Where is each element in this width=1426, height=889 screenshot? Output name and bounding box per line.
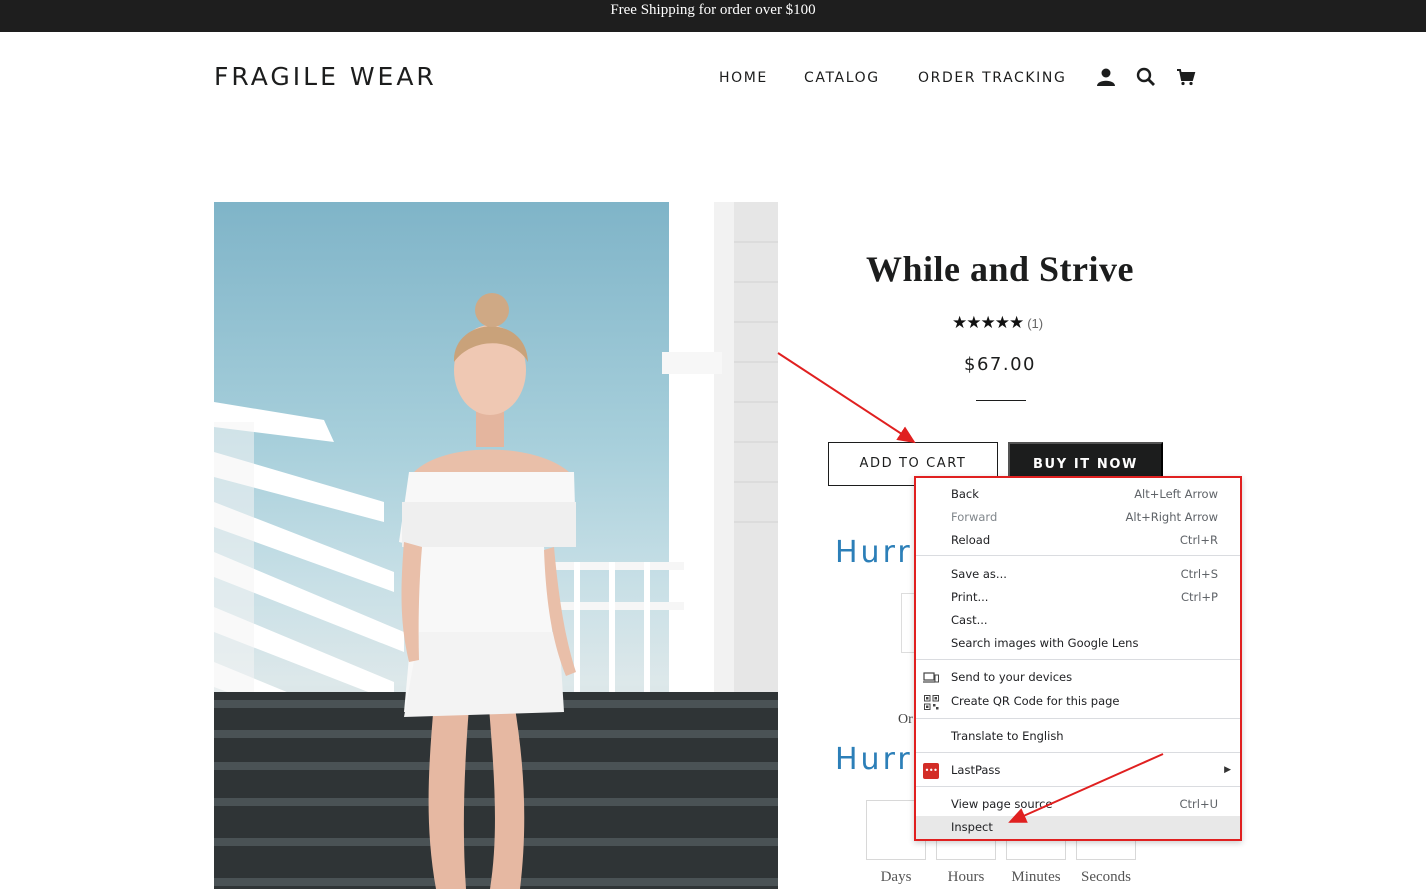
menu-label: Back (951, 487, 979, 501)
countdown-box-partial (901, 593, 915, 653)
menu-item-lastpass[interactable]: ••• LastPass ▶ (916, 759, 1240, 782)
cart-icon[interactable] (1175, 66, 1197, 88)
countdown-label-minutes: Minutes (1011, 869, 1061, 885)
menu-separator (916, 659, 1240, 660)
context-menu: Back Alt+Left Arrow Forward Alt+Right Ar… (914, 476, 1242, 841)
menu-item-translate[interactable]: Translate to English (916, 725, 1240, 748)
account-icon[interactable] (1095, 66, 1117, 88)
menu-label: Create QR Code for this page (951, 694, 1120, 708)
menu-label: Reload (951, 533, 991, 547)
hurry-heading: Hurr (835, 535, 913, 570)
hurry-heading-2: Hurr (835, 742, 913, 777)
menu-item-save-as[interactable]: Save as... Ctrl+S (916, 563, 1240, 586)
menu-label: View page source (951, 797, 1053, 811)
menu-shortcut: Ctrl+U (1179, 797, 1218, 811)
menu-item-google-lens[interactable]: Search images with Google Lens (916, 632, 1240, 655)
product-price: $67.00 (964, 354, 1036, 375)
menu-item-cast[interactable]: Cast... (916, 609, 1240, 632)
menu-separator (916, 718, 1240, 719)
rating-stars: ★★★★★ (952, 313, 1024, 332)
menu-separator (916, 786, 1240, 787)
menu-item-view-source[interactable]: View page source Ctrl+U (916, 793, 1240, 816)
store-logo[interactable]: FRAGILE WEAR (214, 62, 437, 91)
menu-label: LastPass (951, 763, 1001, 777)
countdown-label-seconds: Seconds (1081, 869, 1131, 885)
nav-home[interactable]: HOME (719, 70, 768, 86)
menu-item-back[interactable]: Back Alt+Left Arrow (916, 483, 1240, 506)
menu-label: Translate to English (951, 729, 1064, 743)
product-title: While and Strive (865, 249, 1134, 289)
countdown-label-hours: Hours (947, 869, 985, 885)
search-icon[interactable] (1135, 66, 1157, 88)
rating-count: (1) (1027, 315, 1044, 331)
menu-shortcut: Ctrl+P (1180, 590, 1218, 604)
partial-text: Or (898, 712, 913, 727)
qr-code-icon (923, 694, 939, 710)
product-photo-illustration (214, 202, 778, 889)
menu-item-forward[interactable]: Forward Alt+Right Arrow (916, 506, 1240, 529)
menu-shortcut: Ctrl+S (1180, 567, 1218, 581)
nav-catalog[interactable]: CATALOG (804, 70, 880, 86)
menu-label: Inspect (951, 820, 993, 834)
menu-label: Send to your devices (951, 670, 1073, 684)
menu-shortcut: Alt+Right Arrow (1125, 510, 1218, 524)
menu-label: Cast... (951, 613, 988, 627)
announcement-bar: Free Shipping for order over $100 (0, 0, 1426, 32)
lastpass-badge: ••• (923, 763, 939, 779)
menu-label: Save as... (951, 567, 1007, 581)
menu-item-print[interactable]: Print... Ctrl+P (916, 586, 1240, 609)
nav-order-tracking[interactable]: ORDER TRACKING (918, 70, 1066, 86)
menu-label: Search images with Google Lens (951, 636, 1139, 650)
menu-item-inspect[interactable]: Inspect (916, 816, 1240, 839)
lastpass-icon: ••• (923, 763, 939, 779)
price-divider (976, 400, 1026, 401)
menu-separator (916, 555, 1240, 556)
countdown-label-days: Days (880, 869, 912, 885)
menu-separator (916, 752, 1240, 753)
menu-shortcut: Ctrl+R (1179, 533, 1218, 547)
announcement-text: Free Shipping for order over $100 (610, 2, 816, 18)
menu-item-send-to-devices[interactable]: Send to your devices (916, 666, 1240, 689)
submenu-arrow-icon: ▶ (1224, 765, 1231, 775)
menu-shortcut: Alt+Left Arrow (1134, 487, 1218, 501)
arrow-to-page (777, 352, 916, 444)
product-rating[interactable]: ★★★★★ (1) (952, 313, 1043, 333)
product-image[interactable] (214, 202, 778, 889)
menu-item-reload[interactable]: Reload Ctrl+R (916, 529, 1240, 552)
menu-label: Forward (951, 510, 998, 524)
menu-label: Print... (951, 590, 989, 604)
devices-icon (923, 670, 939, 686)
menu-item-qr-code[interactable]: Create QR Code for this page (916, 690, 1240, 713)
